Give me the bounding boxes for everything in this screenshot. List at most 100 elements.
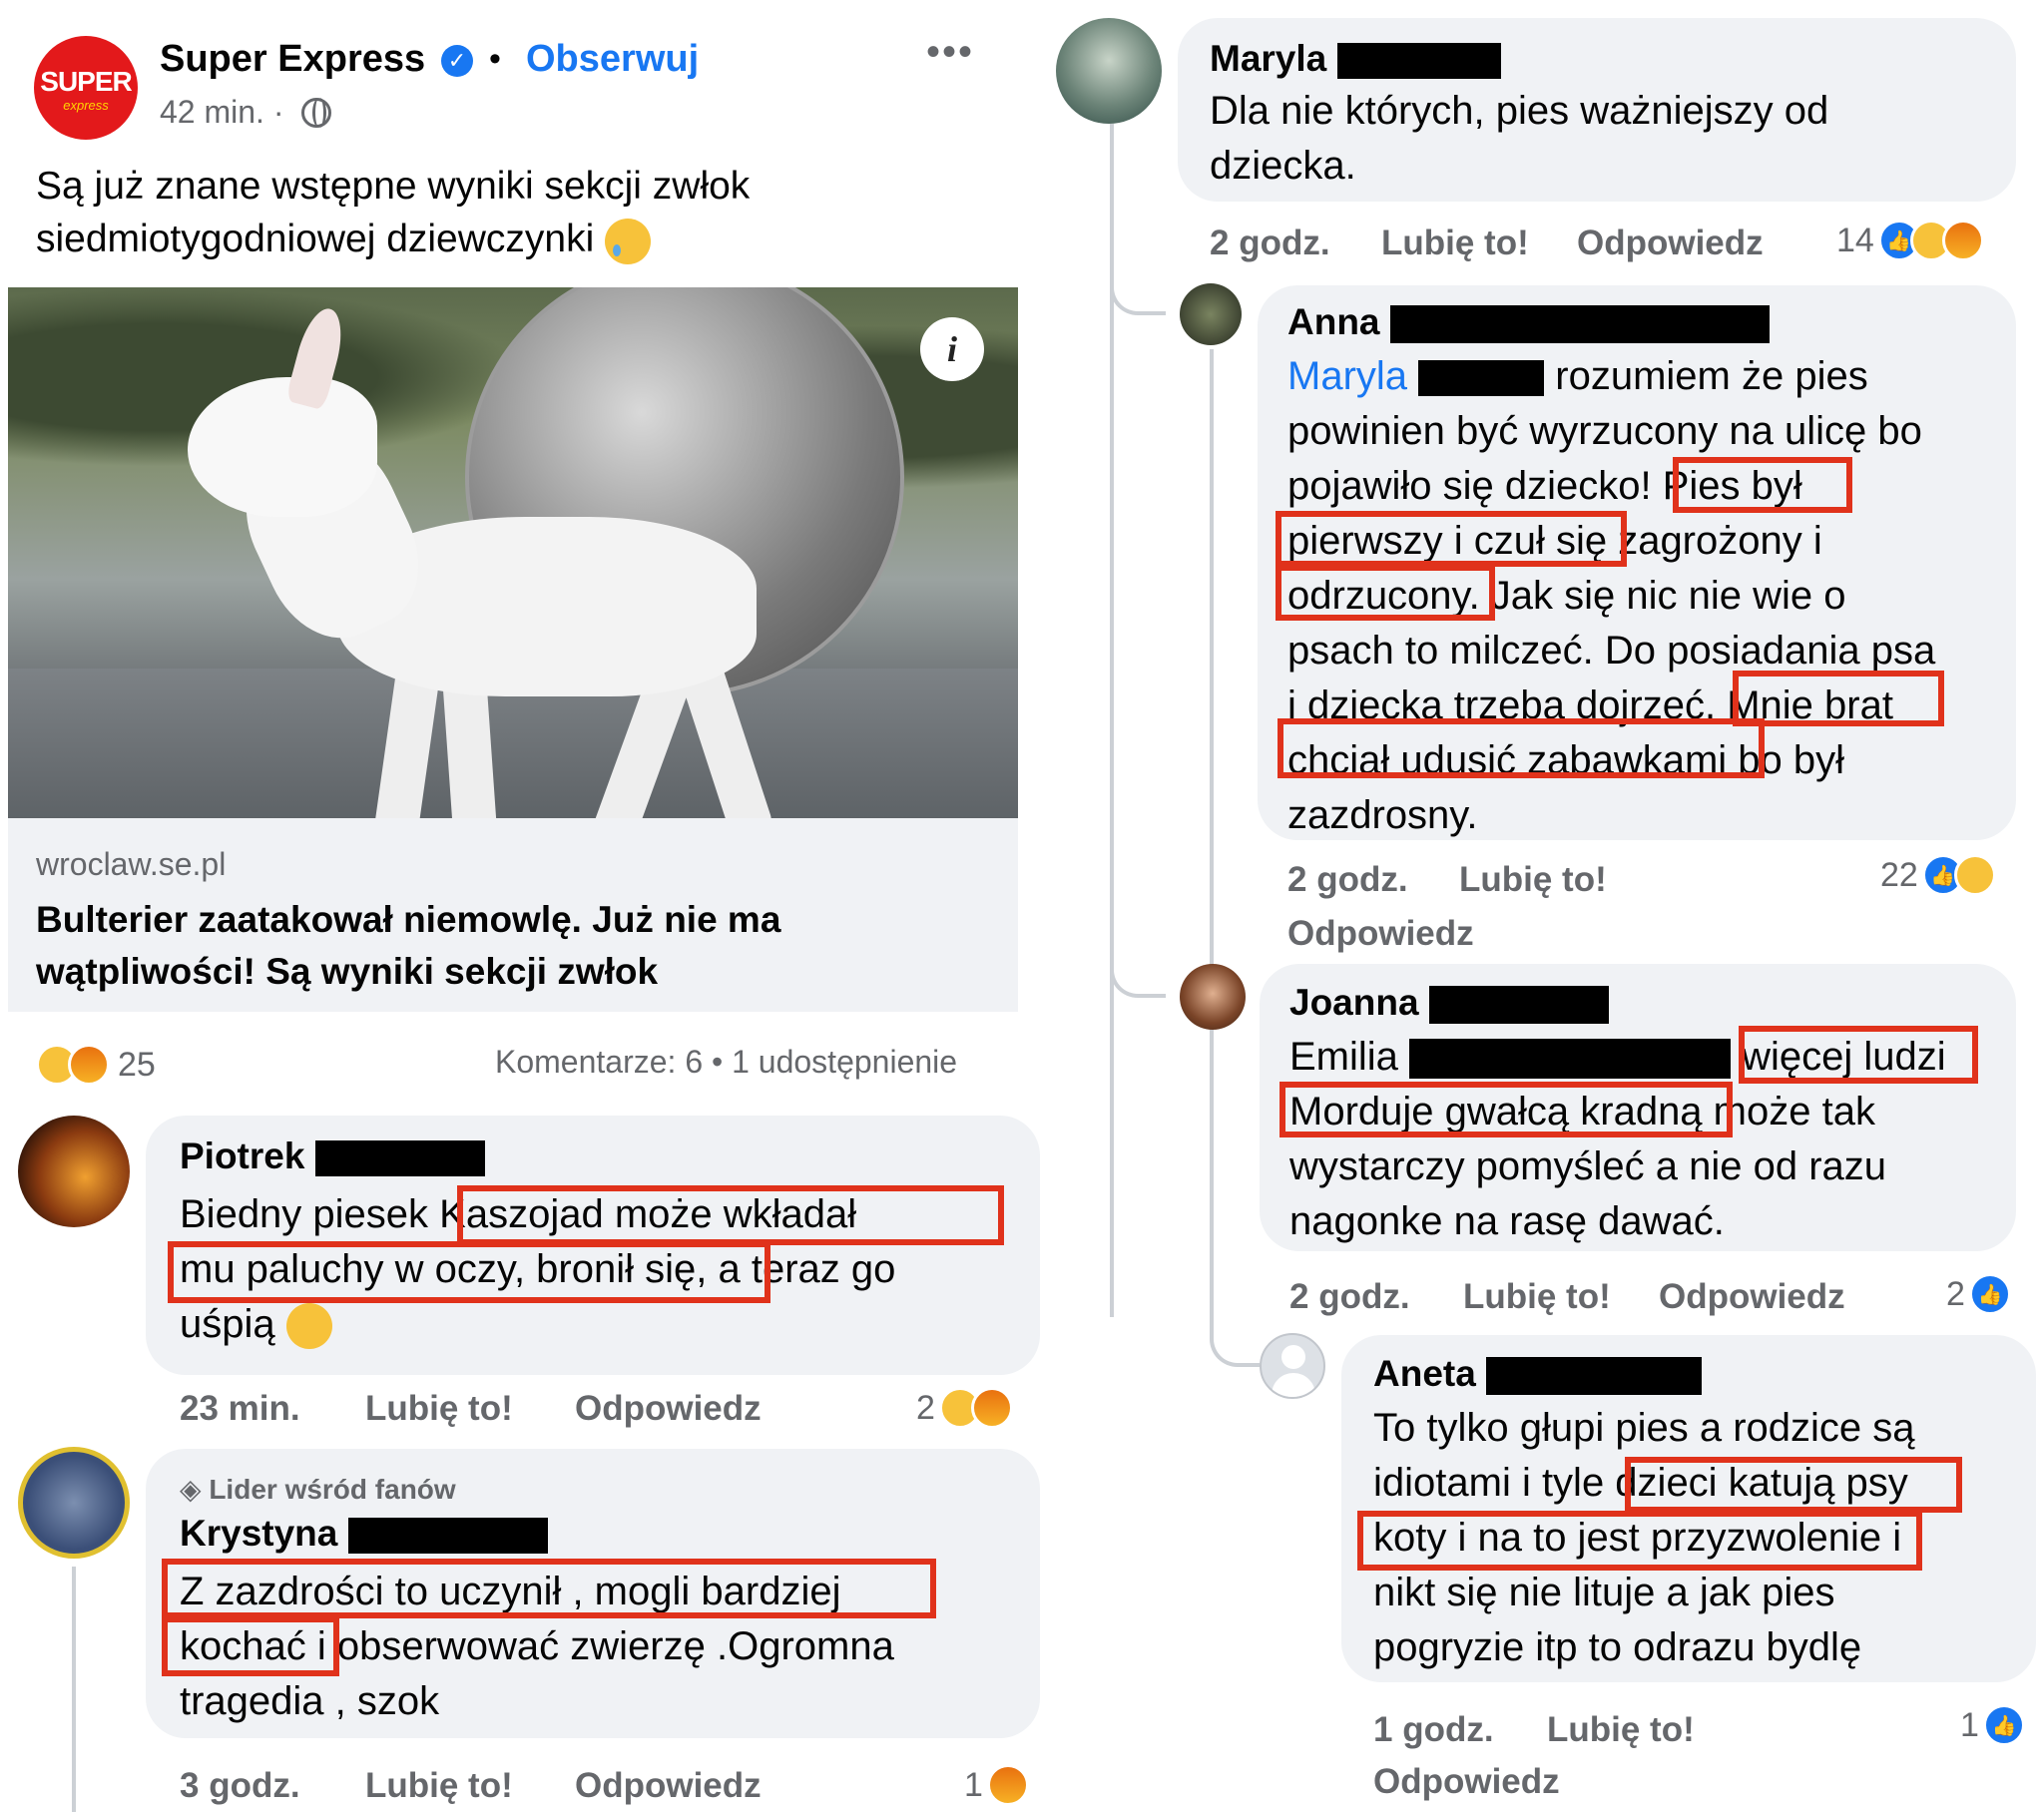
haha-reaction-icon: [1953, 854, 1996, 896]
commenter-name[interactable]: Maryla: [1210, 38, 1501, 80]
comment-text-line: wystarczy pomyśleć a nie od razu: [1289, 1144, 1887, 1188]
redaction-bar: [1389, 305, 1770, 344]
comment-text-line: rozumiem że pies: [1555, 354, 1868, 398]
comment-reactions[interactable]: 1: [1960, 1704, 2025, 1746]
reply-button[interactable]: Odpowiedz: [575, 1389, 762, 1429]
reply-button[interactable]: Odpowiedz: [575, 1766, 762, 1806]
post-time[interactable]: 42 min. ·: [160, 94, 283, 131]
comment-text-line: tragedia , szok: [180, 1679, 440, 1723]
reply-button[interactable]: Odpowiedz: [1577, 224, 1764, 263]
highlight-box: [1278, 718, 1765, 778]
separator-dot: •: [489, 40, 501, 78]
comment-time[interactable]: 2 godz.: [1289, 1277, 1410, 1317]
like-reaction-icon: [1968, 1273, 2011, 1315]
avatar[interactable]: [1056, 18, 1162, 124]
link-preview-image[interactable]: i: [8, 287, 1018, 818]
comment-reactions[interactable]: 22: [1880, 854, 1996, 896]
logo-text: SUPER: [40, 66, 132, 97]
page-name[interactable]: Super Express: [160, 38, 425, 81]
comment-time[interactable]: 3 godz.: [180, 1766, 300, 1806]
comment-reactions[interactable]: 1: [964, 1764, 1029, 1806]
link-title-line: Bulterier zaatakował niemowlę. Już nie m…: [36, 899, 781, 940]
highlight-box: [162, 1559, 936, 1618]
like-reaction-icon: [1982, 1704, 2025, 1746]
post-text: Są już znane wstępne wyniki sekcji zwłok…: [36, 160, 1014, 265]
crying-emoji-icon: [605, 218, 652, 264]
post-text-line: Są już znane wstępne wyniki sekcji zwłok: [36, 165, 751, 208]
redaction-bar: [1486, 1357, 1703, 1396]
avatar[interactable]: [1180, 964, 1246, 1030]
comment-time[interactable]: 2 godz.: [1287, 860, 1408, 900]
verified-badge-icon: ✓: [441, 45, 473, 77]
thread-line: [72, 1567, 76, 1812]
confused-emoji-icon: [285, 1303, 332, 1350]
redaction-bar: [347, 1518, 548, 1555]
thread-line: [1110, 124, 1114, 1317]
reaction-count: 25: [118, 1045, 156, 1084]
super-express-logo[interactable]: SUPER express: [34, 36, 138, 140]
avatar[interactable]: [18, 1116, 130, 1227]
comment-text-line: nagonke na rasę dawać.: [1289, 1199, 1725, 1243]
comment-reactions[interactable]: 2: [916, 1387, 1013, 1429]
comment-time[interactable]: 2 godz.: [1210, 224, 1330, 263]
reply-connector: [1110, 269, 1166, 315]
highlight-box: [1673, 457, 1852, 513]
highlight-box: [1739, 1026, 1978, 1084]
comment-reaction-count: 14: [1836, 221, 1874, 259]
commenter-name[interactable]: Anna: [1287, 301, 1770, 344]
highlight-box: [168, 1241, 770, 1303]
link-title-line: wątpliwości! Są wyniki sekcji zwłok: [36, 951, 659, 992]
angry-reaction-icon: [986, 1764, 1029, 1806]
fan-badge-label: Lider wśród fanów: [209, 1474, 456, 1505]
reply-button[interactable]: Odpowiedz: [1287, 914, 1474, 954]
like-button[interactable]: Lubię to!: [365, 1766, 513, 1806]
highlight-box: [1625, 1457, 1962, 1513]
redaction-bar: [1428, 986, 1609, 1025]
comment-reactions[interactable]: 14: [1836, 220, 1984, 261]
highlight-box: [1357, 1511, 1922, 1571]
comment-text-line: uśpią: [180, 1302, 275, 1346]
redaction-bar: [314, 1140, 485, 1177]
link-title[interactable]: Bulterier zaatakował niemowlę. Już nie m…: [36, 894, 994, 998]
avatar[interactable]: [1180, 283, 1242, 345]
comment-text-line: Dla nie których, pies ważniejszy od: [1210, 89, 1829, 133]
like-button[interactable]: Lubię to!: [1459, 860, 1607, 900]
default-avatar-icon[interactable]: [1260, 1333, 1325, 1399]
commenter-name[interactable]: Joanna: [1289, 982, 1609, 1025]
reply-connector: [1110, 958, 1166, 998]
comments-share-summary[interactable]: Komentarze: 6 • 1 udostępnienie: [495, 1044, 957, 1081]
angry-reaction-icon: [68, 1044, 110, 1086]
mention-link[interactable]: Maryla: [1287, 354, 1407, 398]
comment-time[interactable]: 1 godz.: [1373, 1710, 1494, 1750]
link-domain: wroclaw.se.pl: [36, 846, 227, 882]
highlight-box: [1276, 565, 1495, 621]
comment-reaction-count: 22: [1880, 855, 1918, 894]
comment-reaction-count: 2: [1946, 1274, 1965, 1313]
comment-text: Dla nie których, pies ważniejszy od dzie…: [1210, 84, 2008, 194]
angry-reaction-icon: [1941, 220, 1984, 261]
follow-button[interactable]: Obserwuj: [526, 38, 699, 81]
commenter-name[interactable]: Aneta: [1373, 1353, 1703, 1396]
dog-head: [188, 377, 377, 517]
reply-button[interactable]: Odpowiedz: [1373, 1762, 1560, 1802]
fan-badge[interactable]: ◈ Lider wśród fanów: [180, 1473, 456, 1506]
commenter-name[interactable]: Krystyna: [180, 1513, 548, 1555]
info-icon[interactable]: i: [920, 317, 984, 381]
redaction-bar: [1418, 360, 1545, 397]
comment-time[interactable]: 23 min.: [180, 1389, 300, 1429]
like-button[interactable]: Lubię to!: [365, 1389, 513, 1429]
comment-reactions[interactable]: 2: [1946, 1273, 2011, 1315]
highlight-box: [457, 1185, 1004, 1245]
commenter-name[interactable]: Piotrek: [180, 1135, 485, 1177]
more-icon[interactable]: •••: [926, 30, 974, 75]
avatar[interactable]: [18, 1447, 130, 1559]
thread-line: [1210, 349, 1214, 1337]
comment-text-line: pojawiło się dziecko! Pies był: [1287, 464, 1802, 508]
like-button[interactable]: Lubię to!: [1547, 1710, 1695, 1750]
like-button[interactable]: Lubię to!: [1381, 224, 1529, 263]
reactions-summary[interactable]: 25: [36, 1044, 156, 1086]
comment-text-line: powinien być wyrzucony na ulicę bo: [1287, 409, 1922, 453]
reply-button[interactable]: Odpowiedz: [1659, 1277, 1845, 1317]
logo-subtext: express: [63, 98, 109, 113]
like-button[interactable]: Lubię to!: [1463, 1277, 1611, 1317]
